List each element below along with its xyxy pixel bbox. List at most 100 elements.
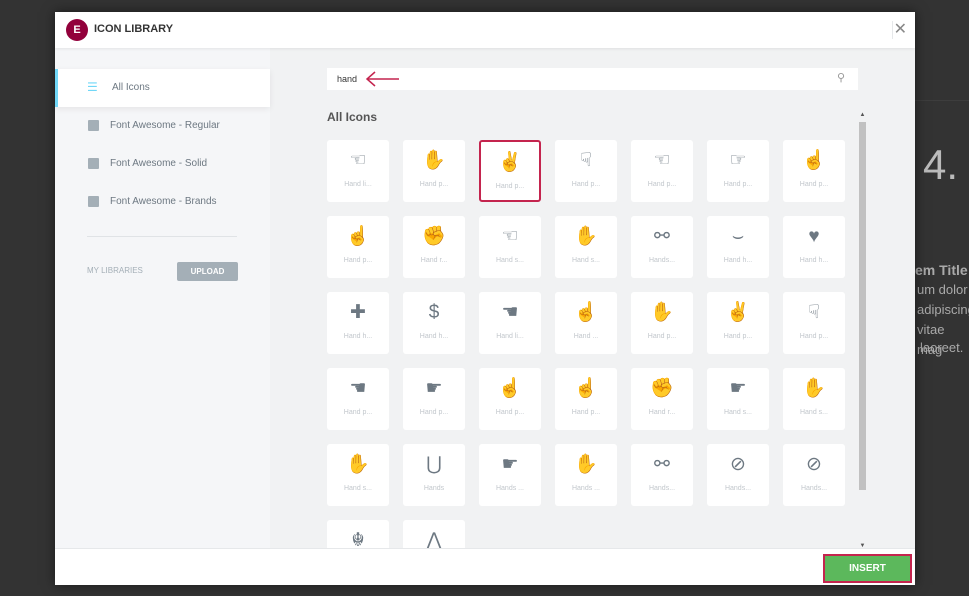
upload-button[interactable]: UPLOAD [177,262,238,281]
hand-icon: ☜ [501,226,519,247]
grid-title: All Icons [327,110,378,124]
icon-tile[interactable]: ☝ Hand ... [555,292,617,354]
sidebar-item-fa-brands[interactable]: Font Awesome - Brands [55,183,270,221]
icon-label: Hand p... [799,333,829,340]
hand-icon: ☛ [425,378,443,399]
icon-tile[interactable]: ☛ Hand p... [403,368,465,430]
hand-icon: ☟ [808,302,820,323]
icon-label: Hand p... [419,181,449,188]
hand-icon: ☝ [574,378,598,399]
icon-label: Hand h... [723,257,753,264]
insert-button[interactable]: INSERT [823,554,912,583]
icon-tile[interactable]: ✋ Hand p... [631,292,693,354]
sidebar-item-label: Font Awesome - Brands [110,196,217,207]
hand-icon: ☝ [802,150,826,171]
icon-tile[interactable]: ☝ Hand p... [327,216,389,278]
sidebar-item-all-icons[interactable]: ☰ All Icons [55,69,270,107]
icon-tile[interactable]: ✊ Hand r... [631,368,693,430]
icon-tile[interactable]: ✌ Hand p... [707,292,769,354]
search-input[interactable] [327,68,858,90]
icon-tile[interactable]: ⊘ Hands... [707,444,769,506]
icon-tile[interactable]: ⋀ [403,520,465,548]
icon-tile[interactable]: ✌ Hand p... [479,140,541,202]
hand-icon: ✋ [574,226,598,247]
scrollbar[interactable]: ▲ ▼ [858,112,867,549]
icon-tile[interactable]: ✋ Hand s... [327,444,389,506]
hand-icon: ☞ [729,150,747,171]
icon-tile[interactable]: ⚯ Hands... [631,444,693,506]
sidebar-item-fa-solid[interactable]: Font Awesome - Solid [55,145,270,183]
sidebar-item-label: Font Awesome - Regular [110,120,220,131]
icon-tile[interactable]: ♥ Hand h... [783,216,845,278]
icon-tile[interactable]: ⌣ Hand h... [707,216,769,278]
filter-icon: ☰ [87,80,98,94]
hand-icon: ✋ [346,454,370,475]
icon-tile[interactable]: ☝ Hand p... [479,368,541,430]
hand-icon: ✋ [422,150,446,171]
icon-label: Hands... [648,485,676,492]
icon-tile[interactable]: $ Hand h... [403,292,465,354]
icon-tile[interactable]: ✚ Hand h... [327,292,389,354]
icon-tile[interactable]: ☝ Hand p... [555,368,617,430]
icon-tile[interactable]: ✋ Hand s... [783,368,845,430]
icon-grid: ☜ Hand li... ✋ Hand p... ✌ Hand p... ☟ Hand p..… [327,140,857,548]
icon-label: Hands [423,485,445,492]
icon-tile[interactable]: ☛ Hand s... [707,368,769,430]
icon-label: Hand p... [571,181,601,188]
bg-number: 4. [923,141,959,188]
icon-tile[interactable]: ⋃ Hands [403,444,465,506]
hand-icon: ✚ [350,302,366,323]
scroll-up-icon[interactable]: ▲ [858,112,867,118]
scrollbar-thumb[interactable] [859,122,866,490]
icon-tile[interactable]: ☞ Hand p... [707,140,769,202]
sidebar-divider [87,236,237,237]
hand-icon: ⋀ [426,530,442,548]
sidebar-item-fa-regular[interactable]: Font Awesome - Regular [55,107,270,145]
icon-label: Hand s... [799,409,828,416]
icon-tile[interactable]: ☛ Hands ... [479,444,541,506]
icon-tile[interactable]: ✋ Hands ... [555,444,617,506]
icon-label: Hand p... [799,181,829,188]
hand-icon: ⊘ [730,454,746,475]
icon-tile[interactable]: ☜ Hand s... [479,216,541,278]
hand-icon: ⊘ [806,454,822,475]
hand-icon: ♥ [808,226,820,247]
hand-icon: ☜ [349,150,367,171]
icon-label: Hand s... [343,485,372,492]
close-icon[interactable]: ✕ [894,19,907,39]
hand-icon: ☝ [498,378,522,399]
icon-tile[interactable]: ✊ Hand r... [403,216,465,278]
hand-icon: ☛ [729,378,747,399]
icon-tile[interactable]: ☚ Hand li... [479,292,541,354]
icon-tile[interactable]: ✋ Hand s... [555,216,617,278]
icon-label: Hand p... [419,409,449,416]
flag-icon [88,158,99,169]
search-icon[interactable]: ⚲ [837,71,845,84]
bg-divider [915,100,969,101]
icon-label: Hand h... [799,257,829,264]
icon-label: Hand r... [648,409,676,416]
icon-tile[interactable]: ☝ Hand p... [783,140,845,202]
icon-label: Hand p... [571,409,601,416]
bg-line: laoreet. [920,340,964,355]
icon-tile[interactable]: ⚯ Hands... [631,216,693,278]
hand-icon: ☬ [351,530,365,548]
icon-tile[interactable]: ⊘ Hands... [783,444,845,506]
icon-tile[interactable]: ☜ Hand p... [631,140,693,202]
icon-tile[interactable]: ☜ Hand li... [327,140,389,202]
icon-tile[interactable]: ☟ Hand p... [783,292,845,354]
icon-tile[interactable]: ☚ Hand p... [327,368,389,430]
icon-tile[interactable]: ✋ Hand p... [403,140,465,202]
hand-icon: $ [428,302,440,323]
icon-tile[interactable]: ☟ Hand p... [555,140,617,202]
icon-label: Hand ... [573,333,599,340]
elementor-logo-icon: E [66,19,88,41]
icon-tile[interactable]: ☬ [327,520,389,548]
icon-label: Hand p... [647,181,677,188]
icon-label: Hand s... [571,257,600,264]
sidebar-item-label: All Icons [112,82,150,93]
hand-icon: ☚ [501,302,519,323]
bg-item-title: em Title [915,262,968,278]
hand-icon: ☛ [501,454,519,475]
icon-label: Hands... [724,485,752,492]
